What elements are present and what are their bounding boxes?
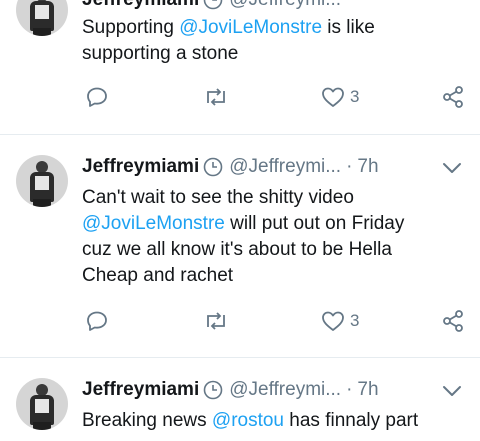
tweet-header: Jeffreymiami @Jeffreymi... · 7h [82, 377, 379, 403]
tweet-header: Jeffreymiami @Jeffreymi... · 7h [82, 154, 379, 180]
retweet-button[interactable] [202, 85, 230, 109]
chevron-down-icon[interactable] [442, 161, 462, 175]
display-name[interactable]: Jeffreymiami [82, 379, 199, 401]
retweet-icon [207, 88, 225, 106]
like-button[interactable]: 3 [320, 85, 359, 109]
mention-link[interactable]: @JoviLeMonstre [179, 17, 322, 38]
clock-icon [203, 157, 223, 177]
tweet-text: Can't wait to see the shitty video @Jovi… [82, 187, 405, 286]
heart-icon [322, 311, 344, 331]
share-button[interactable] [441, 309, 465, 333]
user-handle[interactable]: @Jeffreymi... [229, 379, 341, 401]
avatar[interactable] [16, 378, 68, 430]
separator-dot: · [346, 156, 353, 177]
mention-link[interactable]: @rostou [212, 410, 284, 431]
like-count: 3 [350, 311, 360, 330]
retweet-icon [207, 312, 225, 330]
tweet-text: Breaking news @rostou has finnaly part [82, 410, 419, 431]
share-button[interactable] [441, 85, 465, 109]
share-icon [443, 86, 463, 108]
avatar[interactable] [16, 0, 68, 36]
user-handle[interactable]: @Jeffreymi... [229, 156, 341, 178]
like-button[interactable]: 3 [320, 309, 359, 333]
reply-button[interactable] [85, 85, 109, 109]
reply-button[interactable] [85, 309, 109, 333]
timestamp[interactable]: 7h [357, 156, 378, 178]
separator-dot: · [346, 379, 353, 400]
tweet-2[interactable]: Jeffreymiami @Jeffreymi... · 7h Can't wa… [0, 135, 480, 357]
share-icon [443, 310, 463, 332]
clock-icon [203, 0, 223, 10]
tweet-1[interactable]: Jeffreymiami @Jeffreymi... Supporting @J… [0, 0, 480, 134]
heart-icon [322, 87, 344, 107]
tweet-header: Jeffreymiami @Jeffreymi... [82, 0, 341, 13]
display-name[interactable]: Jeffreymiami [82, 156, 199, 178]
reply-icon [87, 87, 107, 107]
display-name[interactable]: Jeffreymiami [82, 0, 199, 11]
avatar[interactable] [16, 155, 68, 207]
like-count: 3 [350, 87, 360, 106]
timestamp[interactable]: 7h [357, 379, 378, 401]
tweet-text: Supporting @JoviLeMonstre is like suppor… [82, 17, 375, 64]
reply-icon [87, 311, 107, 331]
clock-icon [203, 380, 223, 400]
chevron-down-icon[interactable] [442, 384, 462, 398]
tweet-3[interactable]: Jeffreymiami @Jeffreymi... · 7h Breaking… [0, 358, 480, 441]
mention-link[interactable]: @JoviLeMonstre [82, 213, 225, 234]
retweet-button[interactable] [202, 309, 230, 333]
user-handle[interactable]: @Jeffreymi... [229, 0, 341, 11]
